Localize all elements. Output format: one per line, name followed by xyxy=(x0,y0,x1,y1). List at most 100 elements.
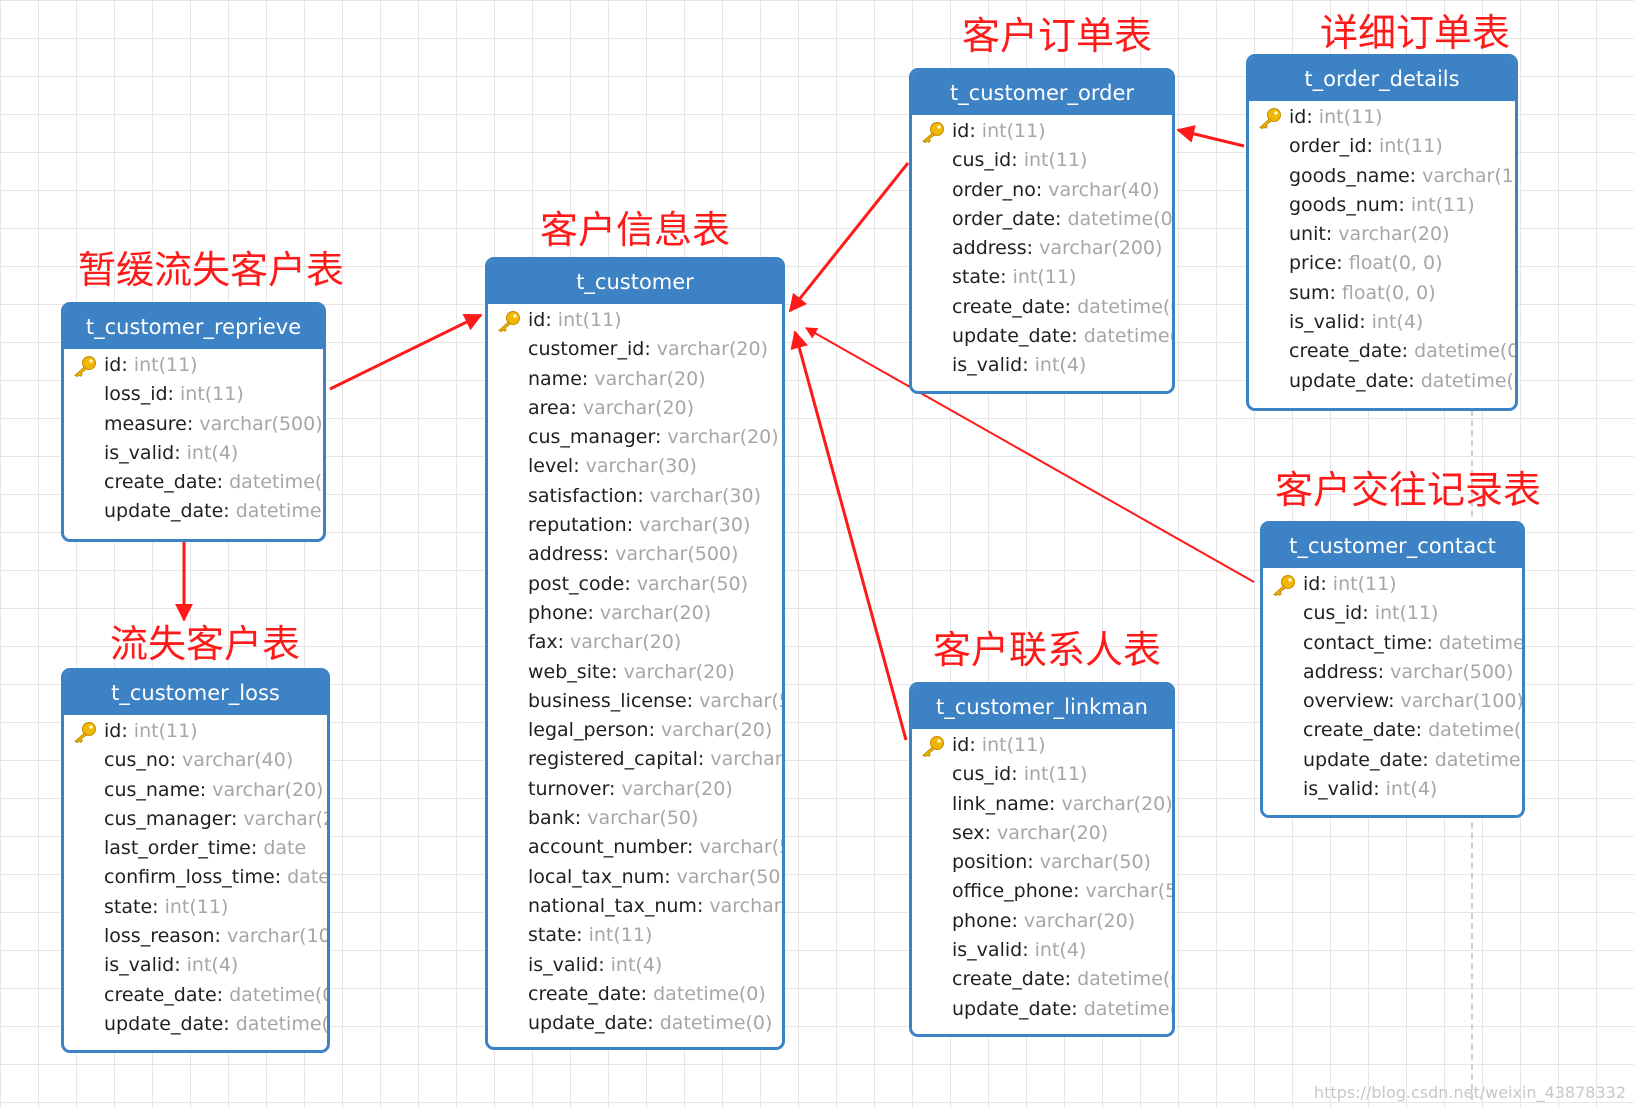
field-row[interactable]: account_number: varchar(50) xyxy=(488,833,782,862)
field-row[interactable]: post_code: varchar(50) xyxy=(488,570,782,599)
field-row[interactable]: update_date: datetime(0) xyxy=(1249,367,1515,396)
field-name: cus_id xyxy=(1303,602,1363,625)
field-row[interactable]: fax: varchar(20) xyxy=(488,628,782,657)
field-row[interactable]: registered_capital: varchar(20) xyxy=(488,745,782,774)
field-row[interactable]: is_valid: int(4) xyxy=(912,936,1172,965)
field-row[interactable]: measure: varchar(500) xyxy=(64,410,323,439)
field-row[interactable]: phone: varchar(20) xyxy=(488,599,782,628)
field-row[interactable]: unit: varchar(20) xyxy=(1249,220,1515,249)
field-row[interactable]: create_date: datetime(0) xyxy=(488,980,782,1009)
field-row[interactable]: cus_manager: varchar(20) xyxy=(488,423,782,452)
field-row[interactable]: loss_reason: varchar(1000) xyxy=(64,922,327,951)
field-row[interactable]: id: int(11) xyxy=(64,717,327,746)
field-row[interactable]: is_valid: int(4) xyxy=(64,951,327,980)
field-row[interactable]: sex: varchar(20) xyxy=(912,819,1172,848)
table-title[interactable]: t_customer_order xyxy=(912,71,1172,115)
field-row[interactable]: cus_id: int(11) xyxy=(912,760,1172,789)
table-title[interactable]: t_customer_loss xyxy=(64,671,327,715)
field-row[interactable]: area: varchar(20) xyxy=(488,394,782,423)
field-row[interactable]: update_date: datetime(0) xyxy=(64,1010,327,1039)
field-row[interactable]: address: varchar(500) xyxy=(488,540,782,569)
field-row[interactable]: create_date: datetime(0) xyxy=(1263,716,1522,745)
field-row[interactable]: web_site: varchar(20) xyxy=(488,658,782,687)
field-row[interactable]: national_tax_num: varchar(50) xyxy=(488,892,782,921)
field-row[interactable]: address: varchar(500) xyxy=(1263,658,1522,687)
table-t-customer-loss[interactable]: t_customer_loss id: int(11) cus_no: varcha… xyxy=(61,668,330,1053)
field-row[interactable]: create_date: datetime(0) xyxy=(912,965,1172,994)
field-row[interactable]: legal_person: varchar(20) xyxy=(488,716,782,745)
field-row[interactable]: cus_id: int(11) xyxy=(912,146,1172,175)
field-row[interactable]: sum: float(0, 0) xyxy=(1249,279,1515,308)
field-row[interactable]: cus_name: varchar(20) xyxy=(64,776,327,805)
field-row[interactable]: goods_num: int(11) xyxy=(1249,191,1515,220)
field-row[interactable]: id: int(11) xyxy=(912,117,1172,146)
field-row[interactable]: turnover: varchar(20) xyxy=(488,775,782,804)
relation-arrow-t-customer-order-to-t-customer xyxy=(788,162,910,313)
table-title[interactable]: t_customer xyxy=(488,260,782,304)
field-row[interactable]: is_valid: int(4) xyxy=(488,951,782,980)
field-row[interactable]: is_valid: int(4) xyxy=(1249,308,1515,337)
field-row[interactable]: address: varchar(200) xyxy=(912,234,1172,263)
field-row[interactable]: create_date: datetime(0) xyxy=(64,468,323,497)
table-t-order-details[interactable]: t_order_details id: int(11) order_id: int(… xyxy=(1246,54,1518,411)
field-row[interactable]: business_license: varchar(50) xyxy=(488,687,782,716)
field-row[interactable]: last_order_time: date xyxy=(64,834,327,863)
table-t-customer-linkman[interactable]: t_customer_linkman id: int(11) cus_id: int… xyxy=(909,682,1175,1037)
table-title[interactable]: t_order_details xyxy=(1249,57,1515,101)
field-row[interactable]: create_date: datetime(0) xyxy=(912,293,1172,322)
field-row[interactable]: is_valid: int(4) xyxy=(912,351,1172,380)
field-separator: : xyxy=(686,689,700,712)
field-row[interactable]: update_date: datetime(0) xyxy=(488,1009,782,1038)
field-row[interactable]: phone: varchar(20) xyxy=(912,907,1172,936)
field-row[interactable]: update_date: datetime(0) xyxy=(64,497,323,526)
field-row[interactable]: confirm_loss_time: date xyxy=(64,863,327,892)
field-row[interactable]: order_id: int(11) xyxy=(1249,132,1515,161)
field-row[interactable]: id: int(11) xyxy=(1249,103,1515,132)
field-row[interactable]: loss_id: int(11) xyxy=(64,380,323,409)
field-row[interactable]: update_date: datetime(0) xyxy=(1263,746,1522,775)
field-row[interactable]: is_valid: int(4) xyxy=(1263,775,1522,804)
field-row[interactable]: id: int(11) xyxy=(912,731,1172,760)
table-title[interactable]: t_customer_reprieve xyxy=(64,305,323,349)
field-separator: : xyxy=(121,720,134,742)
field-row[interactable]: state: int(11) xyxy=(912,263,1172,292)
field-row[interactable]: cus_manager: varchar(20) xyxy=(64,805,327,834)
field-row[interactable]: id: int(11) xyxy=(1263,570,1522,599)
field-type: varchar(500) xyxy=(615,543,739,566)
field-row[interactable]: name: varchar(20) xyxy=(488,365,782,394)
field-row[interactable]: id: int(11) xyxy=(64,351,323,380)
field-row[interactable]: update_date: datetime(0) xyxy=(912,995,1172,1024)
field-row[interactable]: id: int(11) xyxy=(488,306,782,335)
field-row[interactable]: price: float(0, 0) xyxy=(1249,249,1515,278)
field-row[interactable]: position: varchar(50) xyxy=(912,848,1172,877)
field-type: varchar(30) xyxy=(639,514,751,537)
field-row[interactable]: create_date: datetime(0) xyxy=(1249,337,1515,366)
field-row[interactable]: cus_no: varchar(40) xyxy=(64,746,327,775)
table-t-customer-order[interactable]: t_customer_order id: int(11) cus_id: int(1… xyxy=(909,68,1175,394)
field-row[interactable]: is_valid: int(4) xyxy=(64,439,323,468)
field-row[interactable]: level: varchar(30) xyxy=(488,452,782,481)
field-row[interactable]: office_phone: varchar(50) xyxy=(912,877,1172,906)
field-name: account_number xyxy=(528,836,688,859)
field-row[interactable]: cus_id: int(11) xyxy=(1263,599,1522,628)
table-title[interactable]: t_customer_contact xyxy=(1263,524,1522,568)
field-row[interactable]: order_no: varchar(40) xyxy=(912,176,1172,205)
field-row[interactable]: order_date: datetime(0) xyxy=(912,205,1172,234)
table-t-customer-contact[interactable]: t_customer_contact id: int(11) cus_id: int… xyxy=(1260,521,1525,818)
field-row[interactable]: update_date: datetime(0) xyxy=(912,322,1172,351)
table-t-customer[interactable]: t_customer id: int(11) customer_id: varcha… xyxy=(485,257,785,1050)
table-t-customer-reprieve[interactable]: t_customer_reprieve id: int(11) loss_id: i… xyxy=(61,302,326,542)
field-row[interactable]: contact_time: datetime(0) xyxy=(1263,629,1522,658)
field-row[interactable]: link_name: varchar(20) xyxy=(912,790,1172,819)
field-row[interactable]: create_date: datetime(0) xyxy=(64,981,327,1010)
field-row[interactable]: bank: varchar(50) xyxy=(488,804,782,833)
field-row[interactable]: state: int(11) xyxy=(488,921,782,950)
field-row[interactable]: customer_id: varchar(20) xyxy=(488,335,782,364)
field-row[interactable]: overview: varchar(100) xyxy=(1263,687,1522,716)
field-row[interactable]: reputation: varchar(30) xyxy=(488,511,782,540)
table-title[interactable]: t_customer_linkman xyxy=(912,685,1172,729)
field-row[interactable]: goods_name: varchar(100) xyxy=(1249,162,1515,191)
field-row[interactable]: local_tax_num: varchar(50) xyxy=(488,863,782,892)
field-row[interactable]: satisfaction: varchar(30) xyxy=(488,482,782,511)
field-row[interactable]: state: int(11) xyxy=(64,893,327,922)
